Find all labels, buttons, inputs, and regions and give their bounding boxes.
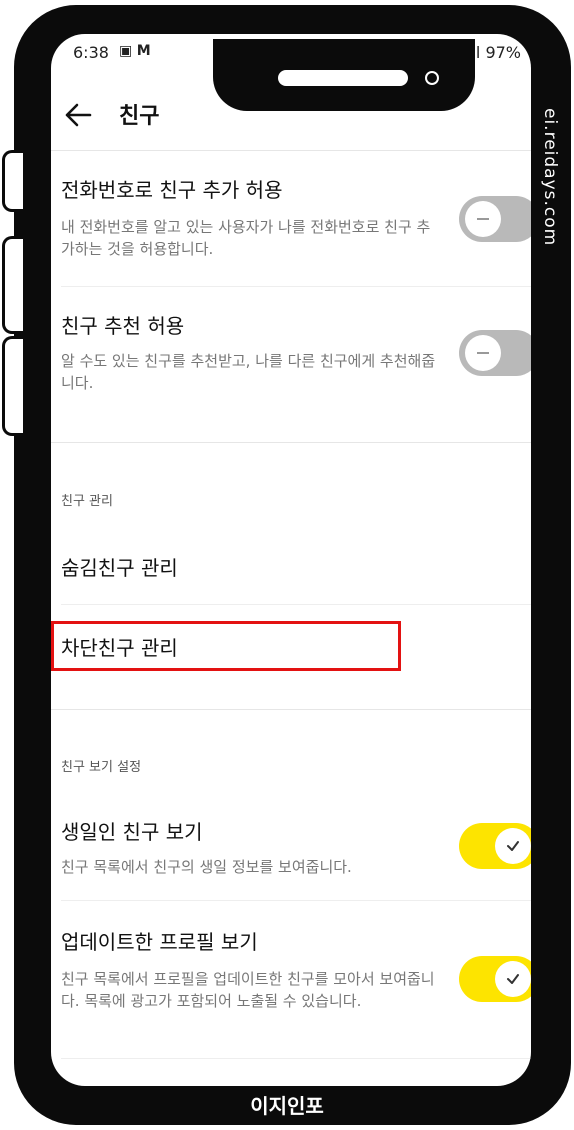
- recommend-toggle[interactable]: [459, 330, 531, 376]
- side-button-volume-down: [2, 336, 23, 436]
- setting-title: 친구 추천 허용: [61, 314, 185, 338]
- section-header-view: 친구 보기 설정: [61, 760, 142, 775]
- toggle-knob: [495, 828, 531, 864]
- back-arrow-icon[interactable]: [63, 100, 93, 130]
- check-icon: [507, 841, 519, 851]
- updated-profile-toggle[interactable]: [459, 956, 531, 1002]
- camera-notch: [213, 39, 475, 111]
- page-title: 친구: [119, 104, 160, 129]
- gmail-icon: M: [136, 43, 151, 59]
- section-header-manage: 친구 관리: [61, 494, 113, 509]
- phone-add-toggle[interactable]: [459, 196, 531, 242]
- hidden-friends-item[interactable]: 숨김친구 관리: [61, 552, 178, 581]
- row-divider: [61, 900, 531, 901]
- setting-desc: 알 수도 있는 친구를 추천받고, 나를 다른 친구에게 추천해줍니다.: [61, 352, 436, 392]
- highlight-box: [51, 621, 401, 671]
- phone-screen: 6:38 ▣ M HD ⁺ıl 97% 친구 전화번호로 친구 추가 허용 내 …: [51, 34, 531, 1086]
- watermark: ei.reidays.com: [540, 108, 560, 247]
- minus-icon: [477, 218, 489, 220]
- front-camera-icon: [425, 71, 439, 85]
- setting-desc: 친구 목록에서 친구의 생일 정보를 보여줍니다.: [61, 858, 352, 876]
- status-time: 6:38: [73, 43, 109, 62]
- section-divider: [51, 709, 531, 710]
- gallery-icon: ▣: [119, 43, 133, 59]
- toggle-knob: [465, 335, 501, 371]
- side-button-power: [2, 150, 23, 212]
- row-divider: [61, 604, 531, 605]
- row-divider: [61, 286, 531, 287]
- toggle-knob: [495, 961, 531, 997]
- setting-title: 전화번호로 친구 추가 허용: [61, 178, 283, 202]
- row-divider: [61, 1058, 531, 1059]
- check-icon: [507, 974, 519, 984]
- setting-desc: 내 전화번호를 알고 있는 사용자가 나를 전화번호로 친구 추가하는 것을 허…: [61, 218, 431, 258]
- speaker-grille: [278, 70, 408, 86]
- setting-title: 업데이트한 프로필 보기: [61, 930, 258, 954]
- side-button-volume-up: [2, 236, 23, 334]
- header-divider: [51, 150, 531, 151]
- setting-desc: 친구 목록에서 프로필을 업데이트한 친구를 모아서 보여줍니다. 목록에 광고…: [61, 970, 435, 1010]
- section-divider: [51, 442, 531, 443]
- toggle-knob: [465, 201, 501, 237]
- birthday-toggle[interactable]: [459, 823, 531, 869]
- minus-icon: [477, 352, 489, 354]
- brand-label: 이지인포: [250, 1094, 324, 1118]
- status-left-icons: ▣ M: [119, 43, 151, 59]
- setting-title: 생일인 친구 보기: [61, 820, 203, 844]
